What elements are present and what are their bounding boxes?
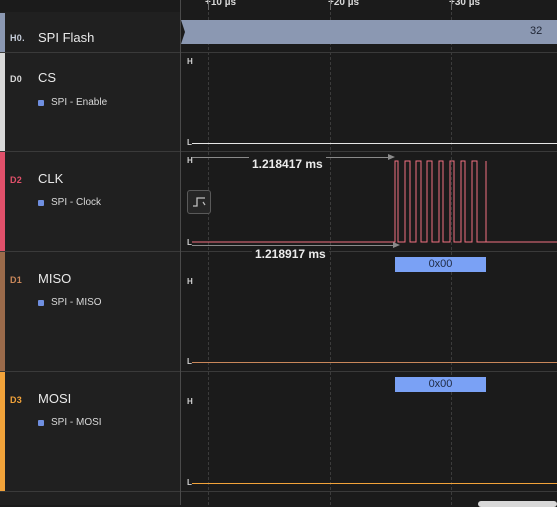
analyzer-dot-icon (38, 100, 44, 106)
analyzer-dot-icon (38, 300, 44, 306)
analyzer-label[interactable]: SPI - Clock (51, 197, 101, 208)
high-level-label: H (187, 397, 193, 406)
arrow-right-icon (388, 154, 395, 160)
analyzer-frame-bar[interactable] (181, 20, 557, 44)
analyzer-value: 32 (530, 25, 543, 37)
horizontal-scrollbar[interactable] (478, 501, 557, 507)
analyzer-name[interactable]: SPI Flash (38, 30, 94, 45)
grid-line (208, 12, 209, 505)
grid-line (330, 12, 331, 505)
panel-divider[interactable] (180, 0, 181, 505)
mosi-trace (192, 483, 557, 484)
analyzer-label[interactable]: SPI - MOSI (51, 417, 102, 428)
channel-name[interactable]: CS (38, 70, 56, 85)
clock-waveform (192, 160, 557, 243)
channel-code: D0 (10, 74, 23, 84)
channel-code: D3 (10, 395, 23, 405)
channel-label-panel (0, 12, 181, 505)
row-divider (0, 52, 557, 53)
analyzer-color-bar (0, 13, 5, 52)
tick-label-30us: +30 µs (449, 0, 481, 8)
tick-label-10us: +10 µs (205, 0, 237, 8)
channel-color-bar (0, 53, 5, 151)
timeline-ruler[interactable]: +10 µs +20 µs +30 µs (0, 0, 557, 12)
channel-name[interactable]: CLK (38, 171, 63, 186)
tick-label-20us: +20 µs (328, 0, 360, 8)
mosi-decoded-frame[interactable]: 0x00 (395, 377, 486, 392)
channel-color-bar (0, 252, 5, 371)
waveform-plot-area[interactable] (181, 12, 557, 505)
analyzer-dot-icon (38, 200, 44, 206)
tick-mark (451, 0, 452, 10)
tick-mark (208, 0, 209, 10)
analyzer-frame-shape (181, 20, 557, 44)
row-divider (0, 491, 557, 492)
channel-color-bar (0, 372, 5, 491)
measure-line-bottom (192, 245, 397, 246)
measurement-top[interactable]: 1.218417 ms (249, 157, 326, 171)
channel-name[interactable]: MOSI (38, 391, 71, 406)
miso-trace (192, 362, 557, 363)
tick-mark (330, 0, 331, 10)
high-level-label: H (187, 277, 193, 286)
row-divider (0, 371, 557, 372)
channel-name[interactable]: MISO (38, 271, 71, 286)
analyzer-code: H0. (10, 33, 25, 43)
clk-trace (192, 160, 557, 243)
measurement-bottom[interactable]: 1.218917 ms (252, 247, 329, 261)
high-level-label: H (187, 57, 193, 66)
miso-decoded-frame[interactable]: 0x00 (395, 257, 486, 272)
analyzer-label[interactable]: SPI - Enable (51, 97, 107, 108)
cs-trace (192, 143, 557, 144)
analyzer-dot-icon (38, 420, 44, 426)
channel-code: D1 (10, 275, 23, 285)
arrow-right-icon (393, 242, 400, 248)
channel-code: D2 (10, 175, 23, 185)
channel-color-bar (0, 152, 5, 251)
analyzer-label[interactable]: SPI - MISO (51, 297, 102, 308)
